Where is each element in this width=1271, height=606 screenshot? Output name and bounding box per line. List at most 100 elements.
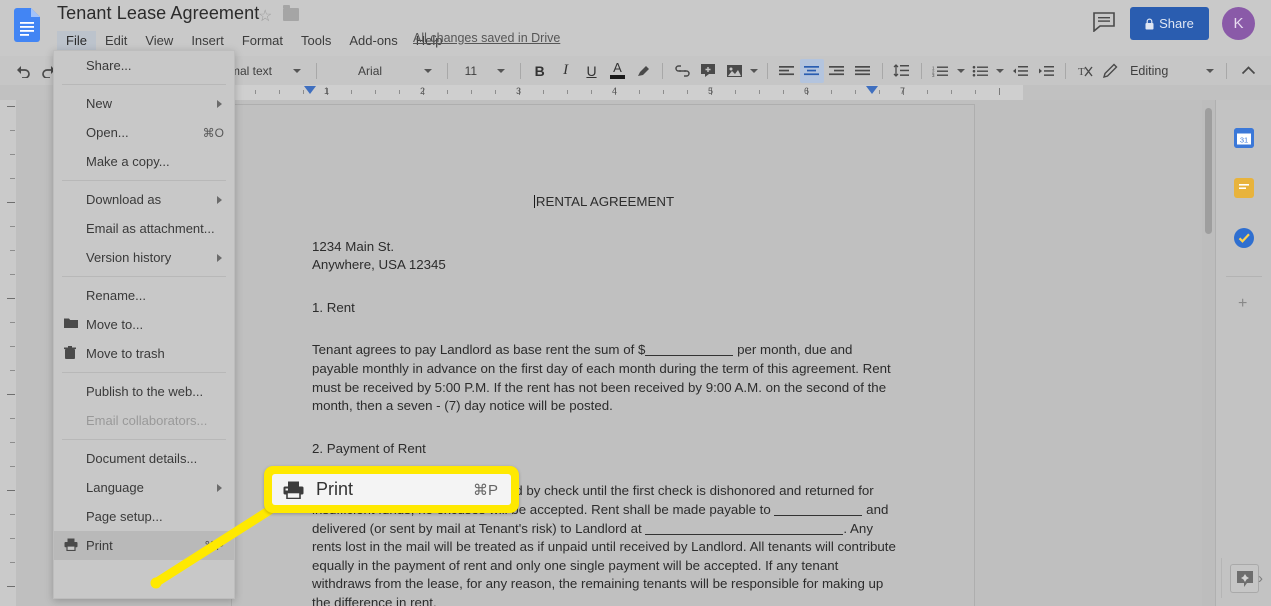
highlight-icon[interactable] (630, 59, 656, 83)
google-keep-icon[interactable] (1234, 178, 1254, 198)
file-menu-item-label: Share... (86, 58, 132, 73)
file-menu-dropdown[interactable]: Share... New Open... ⌘O Make a copy... Downlo… (53, 50, 235, 599)
vertical-scrollbar-thumb[interactable] (1205, 108, 1212, 234)
text-color-label: A (613, 60, 622, 75)
submenu-arrow-icon (217, 253, 222, 262)
file-menu-item-new[interactable]: New (54, 89, 234, 118)
section-1-paragraph-part-a: Tenant agrees to pay Landlord as base re… (312, 342, 646, 358)
vertical-ruler-tick (10, 562, 15, 563)
avatar[interactable]: K (1222, 7, 1255, 40)
chevron-down-icon[interactable] (284, 59, 310, 83)
menu-tools[interactable]: Tools (292, 31, 340, 50)
vertical-scrollbar-track[interactable] (1202, 100, 1215, 606)
document-page[interactable]: RENTAL AGREEMENT 1234 Main St. Anywhere,… (231, 104, 975, 606)
font-family-select[interactable]: Arial (323, 59, 415, 83)
collapse-toolbar-icon[interactable] (1233, 59, 1263, 83)
ruler-number: 1 (324, 86, 330, 96)
file-menu-item-label: Page setup... (86, 509, 163, 524)
insert-link-icon[interactable] (669, 59, 695, 83)
right-indent-marker[interactable] (866, 86, 878, 94)
file-menu-item-publish-to-the-web[interactable]: Publish to the web... (54, 377, 234, 406)
ruler-tick (351, 90, 352, 94)
lock-icon (1145, 18, 1154, 30)
insert-image-icon[interactable] (721, 59, 747, 83)
left-indent-marker[interactable] (304, 86, 316, 94)
file-menu-item-open[interactable]: Open... ⌘O (54, 118, 234, 147)
comment-history-icon[interactable] (1093, 12, 1115, 33)
menu-edit[interactable]: Edit (96, 31, 136, 50)
bulleted-list-icon[interactable] (968, 59, 994, 83)
align-right-icon[interactable] (824, 59, 850, 83)
chevron-down-icon[interactable] (993, 59, 1007, 83)
line-spacing-icon[interactable] (889, 59, 915, 83)
ruler-tick (735, 90, 736, 94)
menu-view[interactable]: View (136, 31, 182, 50)
file-menu-item-email-as-attachment[interactable]: Email as attachment... (54, 214, 234, 243)
printer-icon (64, 538, 78, 552)
increase-indent-icon[interactable] (1033, 59, 1059, 83)
share-button[interactable]: Share (1130, 7, 1209, 40)
italic-button[interactable]: I (553, 59, 579, 83)
toolbar-divider (767, 62, 769, 79)
undo-icon[interactable] (10, 59, 36, 83)
star-outline-icon[interactable]: ☆ (258, 6, 272, 26)
chevron-down-icon[interactable] (415, 59, 441, 83)
text-color-button[interactable]: A (604, 59, 630, 83)
file-menu-item-rename[interactable]: Rename... (54, 281, 234, 310)
save-status-label[interactable]: All changes saved in Drive (413, 31, 560, 45)
file-menu-item-document-details[interactable]: Document details... (54, 444, 234, 473)
file-menu-item-label: Open... (86, 125, 129, 140)
document-title[interactable]: Tenant Lease Agreement (57, 3, 259, 24)
file-menu-item-move-to-trash[interactable]: Move to trash (54, 339, 234, 368)
file-menu-item-version-history[interactable]: Version history (54, 243, 234, 272)
file-menu-item-make-a-copy[interactable]: Make a copy... (54, 147, 234, 176)
vertical-ruler-tick (7, 394, 15, 395)
chevron-down-icon[interactable] (747, 59, 761, 83)
text-cursor (533, 195, 535, 208)
google-tasks-icon[interactable] (1234, 228, 1254, 248)
google-docs-window: Tenant Lease Agreement ☆ File Edit View … (0, 0, 1271, 606)
move-to-folder-icon[interactable] (283, 5, 299, 21)
menu-insert[interactable]: Insert (182, 31, 233, 50)
align-center-icon[interactable] (799, 58, 824, 83)
editing-mode-pencil-icon[interactable] (1098, 59, 1124, 83)
font-size-select[interactable]: 11 (454, 59, 488, 83)
folder-icon (64, 317, 78, 331)
underline-button[interactable]: U (579, 59, 605, 83)
menu-add-ons[interactable]: Add-ons (340, 31, 406, 50)
vertical-ruler[interactable] (0, 100, 16, 606)
align-justify-icon[interactable] (850, 59, 876, 83)
document-body[interactable]: RENTAL AGREEMENT 1234 Main St. Anywhere,… (312, 193, 896, 606)
decrease-indent-icon[interactable] (1007, 59, 1033, 83)
chevron-right-icon[interactable]: › (1258, 570, 1263, 587)
file-menu-item-language[interactable]: Language (54, 473, 234, 502)
vertical-ruler-tick (7, 298, 15, 299)
chevron-down-icon[interactable] (1200, 59, 1220, 83)
clear-formatting-icon[interactable]: T (1072, 59, 1098, 83)
editing-mode-label[interactable]: Editing (1124, 59, 1174, 83)
explore-button[interactable] (1230, 564, 1259, 593)
chevron-down-icon[interactable] (954, 59, 968, 83)
google-calendar-icon[interactable]: 31 (1234, 128, 1254, 148)
bold-button[interactable]: B (527, 59, 553, 83)
ruler-tick (471, 90, 472, 94)
file-menu-item-share[interactable]: Share... (54, 51, 234, 80)
toolbar-divider (881, 62, 883, 79)
file-menu-item-download-as[interactable]: Download as (54, 185, 234, 214)
file-menu-item-print[interactable]: Print ⌘P (54, 531, 234, 560)
file-menu-item-move-to[interactable]: Move to... (54, 310, 234, 339)
add-addon-button[interactable]: + (1238, 295, 1247, 313)
toolbar-divider (316, 62, 318, 79)
menu-bar: File Edit View Insert Format Tools Add-o… (57, 30, 452, 50)
numbered-list-icon[interactable]: 123 (928, 59, 954, 83)
menu-file[interactable]: File (57, 30, 96, 50)
print-callout-inner[interactable]: Print ⌘P (272, 474, 511, 505)
chevron-down-icon[interactable] (488, 59, 514, 83)
ruler-tick (447, 90, 448, 94)
file-menu-item-page-setup[interactable]: Page setup... (54, 502, 234, 531)
menu-format[interactable]: Format (233, 31, 292, 50)
align-left-icon[interactable] (774, 59, 800, 83)
add-comment-icon[interactable] (695, 59, 721, 83)
google-docs-icon[interactable] (14, 8, 40, 42)
ruler-tick (951, 90, 952, 94)
